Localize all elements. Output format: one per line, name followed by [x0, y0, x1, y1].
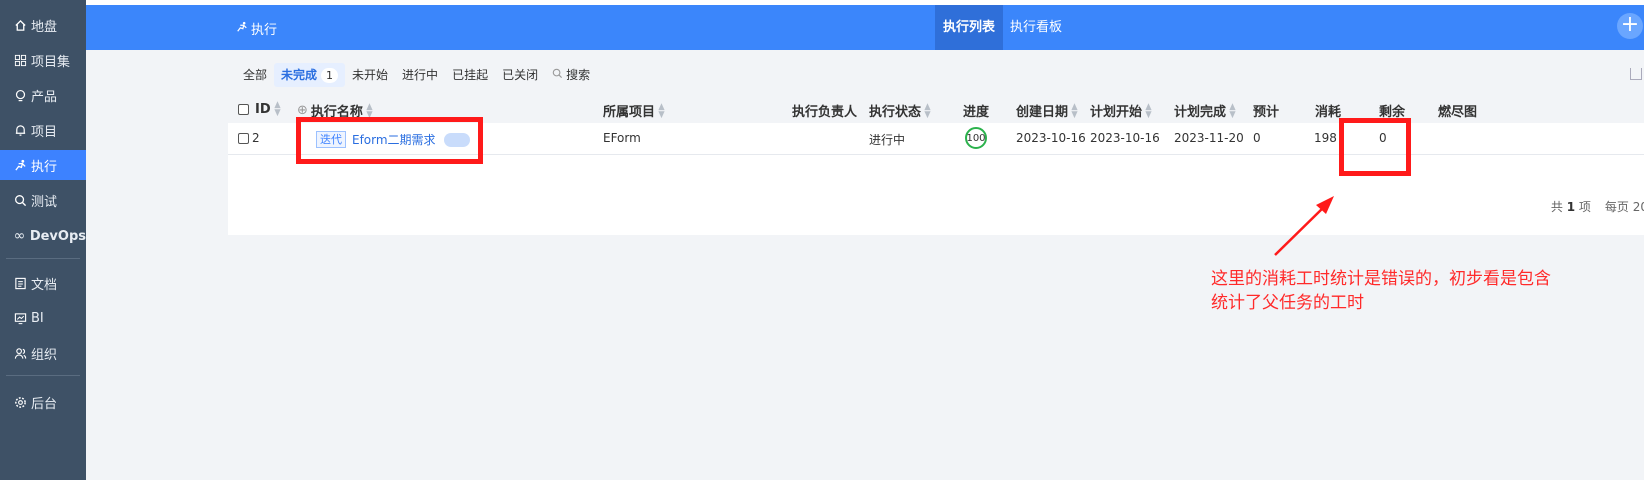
annotation-box-consumed	[1339, 118, 1411, 176]
sidebar-item-org[interactable]: 组织	[0, 338, 86, 368]
sort-icon: ▲ ▼	[273, 100, 281, 118]
sidebar-item-dashboard[interactable]: 地盘	[0, 10, 86, 40]
collapse-icon[interactable]: ⊕	[297, 103, 308, 118]
search-label: 搜索	[566, 68, 591, 82]
sidebar-item-admin[interactable]: 后台	[0, 387, 86, 417]
cell-plan-start: 2023-10-16	[1090, 131, 1160, 145]
gear-icon	[12, 394, 28, 410]
add-execution-button[interactable]: +	[1617, 13, 1643, 39]
cell-progress: 100	[965, 127, 987, 149]
sidebar-item-program[interactable]: 项目集	[0, 45, 86, 75]
col-plan-start[interactable]: 计划开始 ▲ ▼	[1090, 101, 1152, 120]
sidebar-item-project[interactable]: 项目	[0, 115, 86, 145]
sidebar-item-label: 地盘	[31, 19, 58, 35]
sidebar-item-label: 组织	[31, 347, 58, 363]
cell-estimate: 0	[1253, 131, 1261, 145]
sort-icon: ▲ ▼	[658, 101, 665, 120]
sidebar-divider	[6, 258, 80, 259]
progress-ring: 100	[965, 127, 987, 149]
sort-icon: ▲ ▼	[1229, 101, 1236, 120]
sidebar: 地盘 项目集 产品 项目 执行 测试 ∞ DevOps 文档 BI 组织 后台	[0, 0, 86, 480]
filter-label: 未完成	[281, 68, 318, 82]
status-filter-bar: 全部 未完成 1 未开始 进行中 已挂起 已关闭 搜索	[236, 62, 597, 88]
search-icon	[552, 63, 563, 87]
run-icon	[12, 157, 28, 173]
sidebar-item-label: DevOps	[29, 228, 86, 244]
sidebar-item-label: 产品	[31, 89, 58, 105]
row-checkbox[interactable]	[238, 132, 249, 144]
execution-table: ID ▲ ▼ ⊕ 执行名称 ▲ ▼ 所属项目 ▲ ▼ 执行负责人 执行状态 ▲ ▼ 进度 创建日期…	[228, 93, 1644, 235]
cell-created: 2023-10-16	[1016, 131, 1086, 145]
select-all-checkbox[interactable]	[238, 103, 249, 115]
count-badge: 1	[321, 68, 339, 83]
col-owner[interactable]: 执行负责人	[792, 101, 857, 120]
annotation-line-1: 这里的消耗工时统计是错误的，初步看是包含	[1211, 269, 1551, 289]
col-status[interactable]: 执行状态 ▲ ▼	[869, 101, 931, 120]
col-consumed[interactable]: 消耗	[1315, 101, 1341, 120]
sidebar-item-label: 项目集	[31, 54, 71, 70]
col-id[interactable]: ID ▲ ▼	[238, 100, 281, 118]
cell-plan-end: 2023-11-20	[1174, 131, 1244, 145]
breadcrumb-label: 执行	[251, 23, 278, 38]
filter-suspended[interactable]: 已挂起	[445, 63, 495, 87]
sidebar-item-label: 项目	[31, 124, 58, 140]
filter-all[interactable]: 全部	[236, 63, 274, 87]
filter-in-progress[interactable]: 进行中	[395, 63, 445, 87]
infinity-icon: ∞	[13, 228, 26, 244]
sidebar-item-label: 执行	[31, 159, 58, 175]
filter-closed[interactable]: 已关闭	[495, 63, 545, 87]
filter-not-started[interactable]: 未开始	[345, 63, 395, 87]
cell-consumed: 198	[1314, 131, 1337, 145]
col-created[interactable]: 创建日期 ▲ ▼	[1016, 101, 1078, 120]
doc-icon	[12, 275, 28, 291]
col-plan-end[interactable]: 计划完成 ▲ ▼	[1174, 101, 1236, 120]
cell-status: 进行中	[869, 133, 906, 147]
cell-project: EForm	[603, 131, 641, 145]
bell-icon	[12, 122, 28, 138]
col-progress[interactable]: 进度	[963, 101, 989, 120]
grid-icon	[12, 52, 28, 68]
cell-id: 2	[238, 131, 260, 145]
search-button[interactable]: 搜索	[545, 63, 597, 87]
per-page-selector[interactable]: 每页 20	[1605, 198, 1644, 215]
tab-execution-kanban[interactable]: 执行看板	[1002, 5, 1070, 50]
sidebar-item-bi[interactable]: BI	[0, 303, 86, 333]
sidebar-item-label: 测试	[31, 194, 58, 210]
sidebar-item-product[interactable]: 产品	[0, 80, 86, 110]
total-count: 共 1 项	[1550, 200, 1591, 214]
monitor-icon	[12, 310, 28, 326]
filter-unfinished[interactable]: 未完成 1	[274, 63, 346, 87]
pagination: 共 1 项 每页 20	[1551, 198, 1644, 215]
bulb-icon	[12, 87, 28, 103]
run-icon	[236, 21, 248, 37]
sidebar-item-execution[interactable]: 执行	[0, 150, 86, 180]
sidebar-divider	[6, 375, 80, 376]
sidebar-item-devops[interactable]: ∞ DevOps	[0, 221, 86, 251]
sort-icon: ▲ ▼	[1145, 101, 1152, 120]
export-icon[interactable]	[1630, 68, 1642, 80]
sidebar-item-label: 后台	[31, 396, 58, 412]
people-icon	[12, 345, 28, 361]
main-content: 全部 未完成 1 未开始 进行中 已挂起 已关闭 搜索 ID ▲ ▼ ⊕ 执行名称 ▲ ▼ …	[86, 50, 1644, 480]
sort-icon: ▲ ▼	[1071, 101, 1078, 120]
sidebar-item-label: 文档	[31, 277, 58, 293]
sort-icon: ▲ ▼	[924, 101, 931, 120]
top-header: 执行 执行列表 执行看板 +	[86, 5, 1644, 50]
home-icon	[12, 17, 28, 33]
sidebar-item-doc[interactable]: 文档	[0, 268, 86, 298]
annotation-line-2: 统计了父任务的工时	[1211, 293, 1364, 313]
breadcrumb[interactable]: 执行	[236, 19, 277, 38]
col-burndown[interactable]: 燃尽图	[1438, 101, 1477, 120]
tab-execution-list[interactable]: 执行列表	[935, 5, 1004, 50]
annotation-box-name	[296, 117, 483, 164]
sidebar-item-label: BI	[31, 310, 44, 326]
annotation-text: 这里的消耗工时统计是错误的，初步看是包含 统计了父任务的工时	[1211, 267, 1631, 315]
col-project[interactable]: 所属项目 ▲ ▼	[603, 101, 665, 120]
col-estimate[interactable]: 预计	[1253, 101, 1279, 120]
search-check-icon	[12, 192, 28, 208]
sidebar-item-test[interactable]: 测试	[0, 185, 86, 215]
